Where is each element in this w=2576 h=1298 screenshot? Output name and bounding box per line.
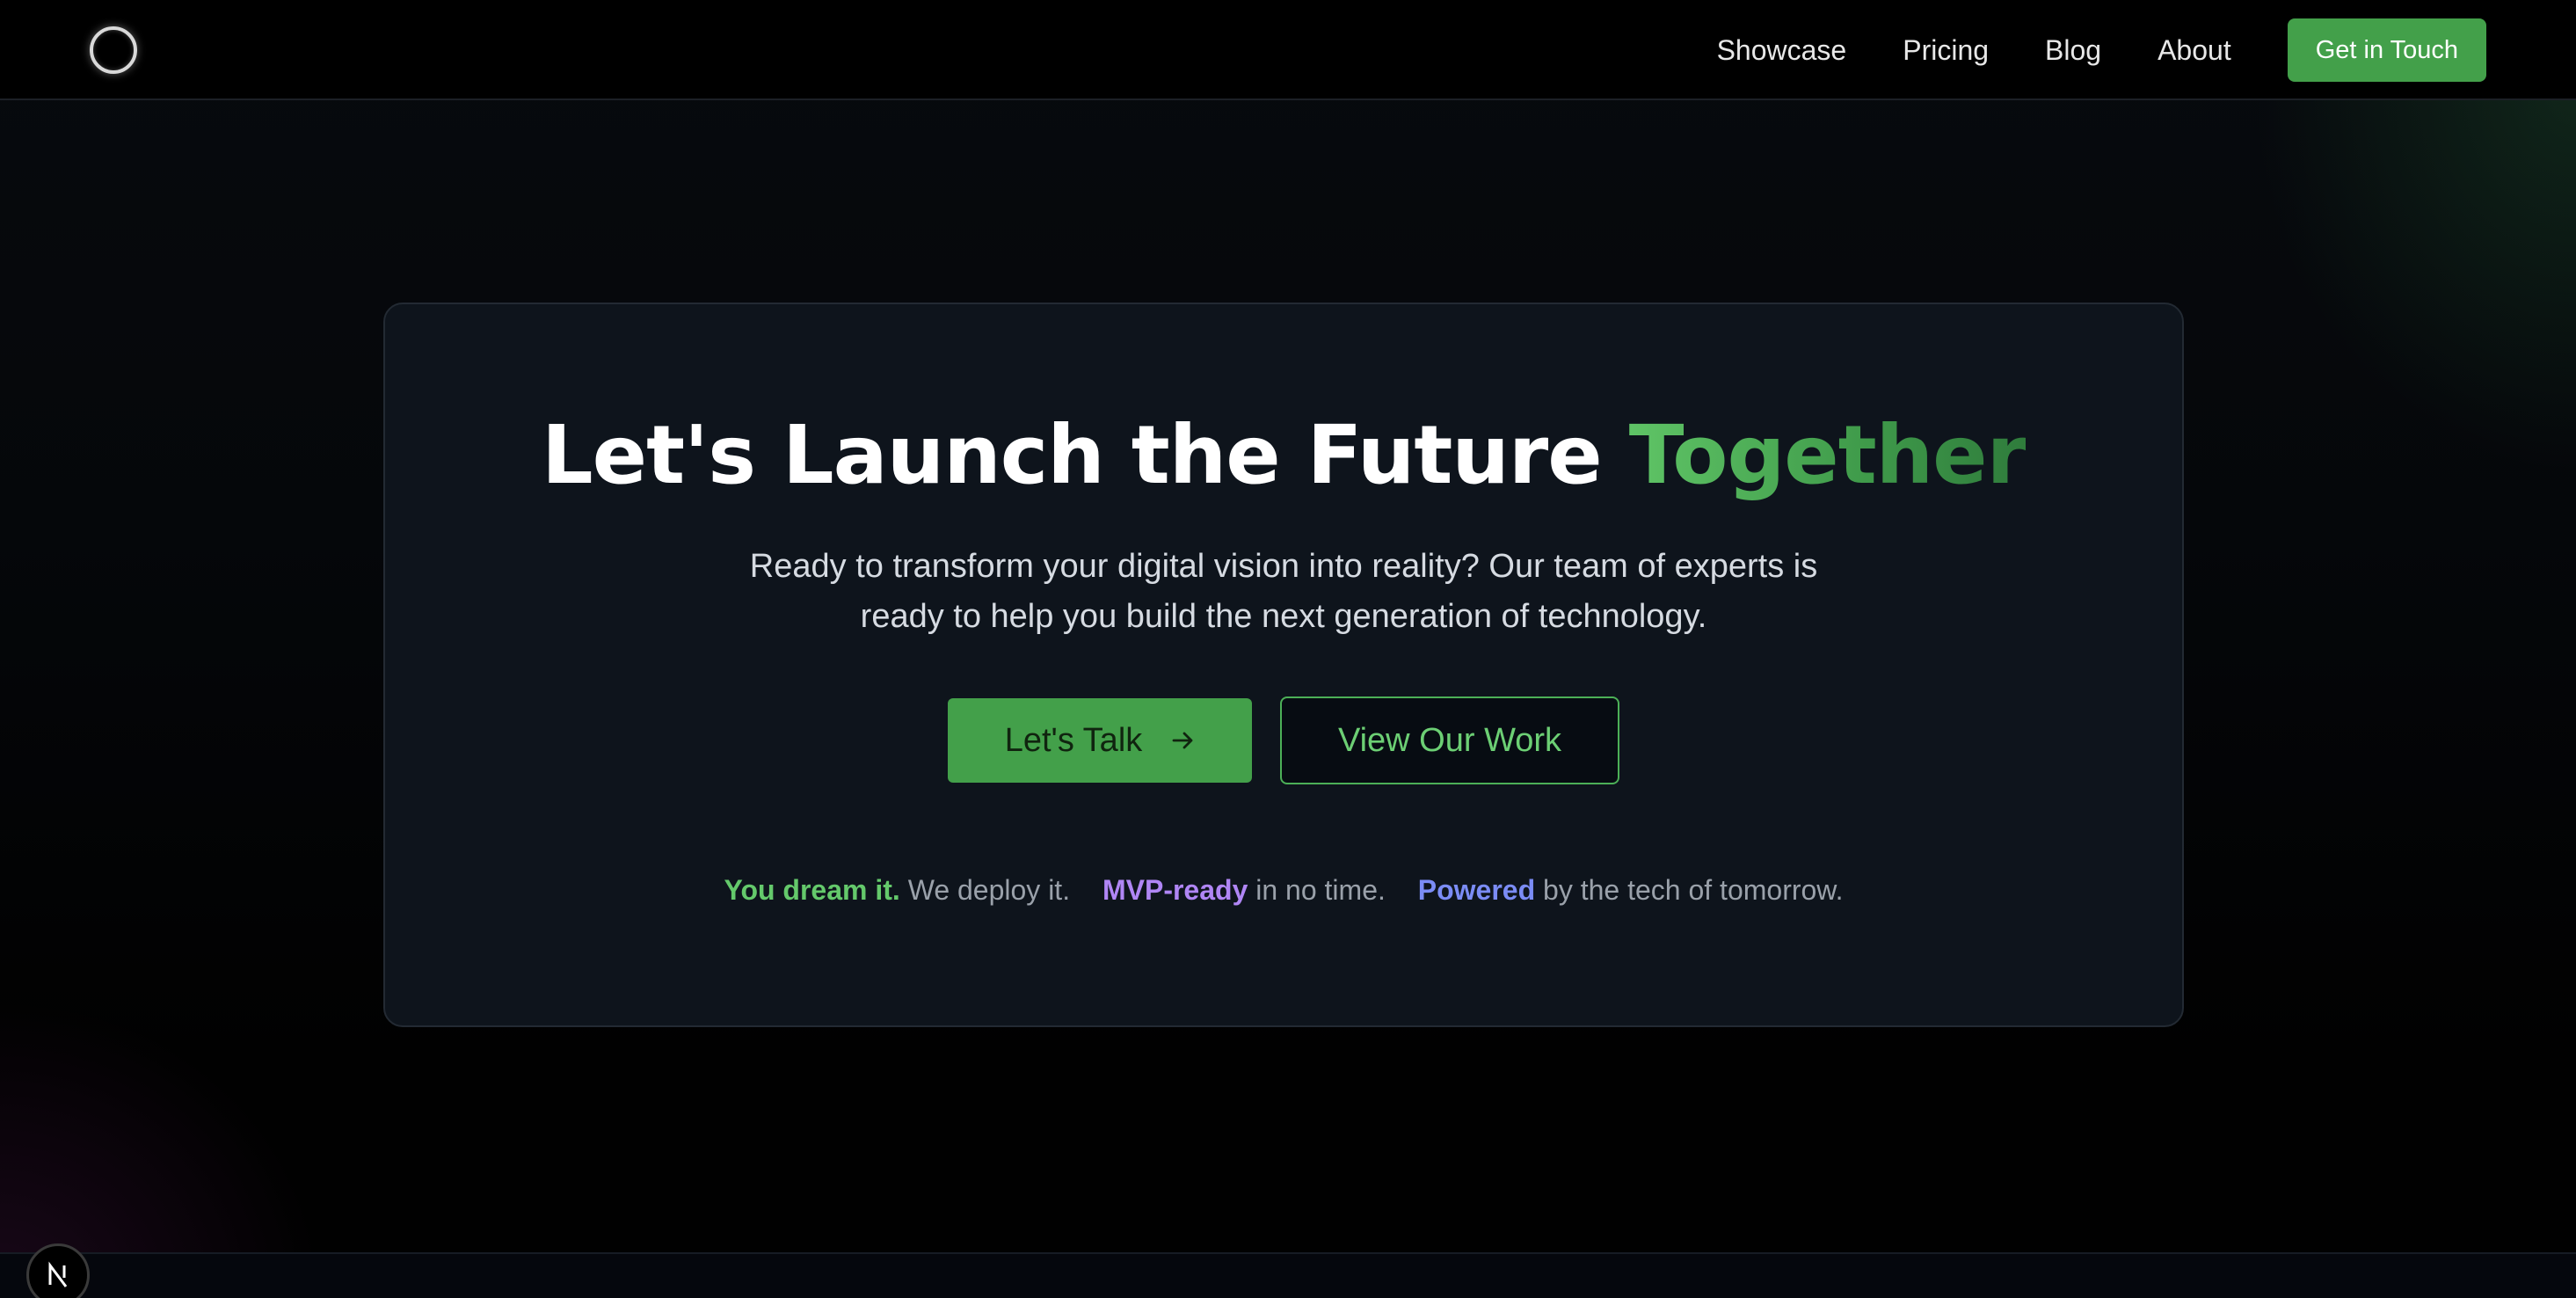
hero-title-main: Let's Launch the Future [542,408,1603,502]
hero-title-accent: Together [1628,408,2027,502]
hero-title: Let's Launch the Future Together [385,403,2182,508]
view-our-work-button[interactable]: View Our Work [1280,696,1619,784]
tagline-highlight-powered: Powered [1417,874,1536,906]
tagline-segment-3: Powered by the tech of tomorrow. [1418,874,1844,906]
nextjs-icon[interactable] [26,1243,90,1298]
hero-subtitle: Ready to transform your digital vision i… [385,542,2182,642]
hero-tagline: You dream it. We deploy it. MVP-ready in… [385,874,2182,907]
navbar: Showcase Pricing Blog About Get in Touch [0,0,2576,100]
logo-ring-icon[interactable] [90,26,137,74]
lets-talk-label: Let's Talk [1004,721,1143,759]
lets-talk-button[interactable]: Let's Talk [948,698,1252,783]
nav-link-blog[interactable]: Blog [2045,34,2101,67]
nav-link-pricing[interactable]: Pricing [1903,34,1989,67]
bottom-strip [0,1252,2576,1298]
tagline-highlight-mvp: MVP-ready [1102,874,1248,906]
tagline-text-deploy: We deploy it. [907,874,1071,906]
nav-links: Showcase Pricing Blog About Get in Touch [1717,0,2486,100]
tagline-highlight-dream: You dream it. [724,874,900,906]
get-in-touch-button[interactable]: Get in Touch [2287,18,2486,82]
hero-card: Let's Launch the Future Together Ready t… [383,303,2184,1027]
page: Showcase Pricing Blog About Get in Touch… [0,0,2576,1298]
hero-buttons: Let's Talk View Our Work [385,696,2182,784]
nav-link-showcase[interactable]: Showcase [1717,34,1847,67]
tagline-segment-2: MVP-ready in no time. [1102,874,1394,906]
tagline-text-time: in no time. [1255,874,1386,906]
tagline-segment-1: You dream it. We deploy it. [724,874,1078,906]
hero-subtitle-text: Ready to transform your digital vision i… [749,548,1818,635]
nav-link-about[interactable]: About [2158,34,2231,67]
tagline-text-tech: by the tech of tomorrow. [1543,874,1844,906]
arrow-right-icon [1172,725,1195,757]
